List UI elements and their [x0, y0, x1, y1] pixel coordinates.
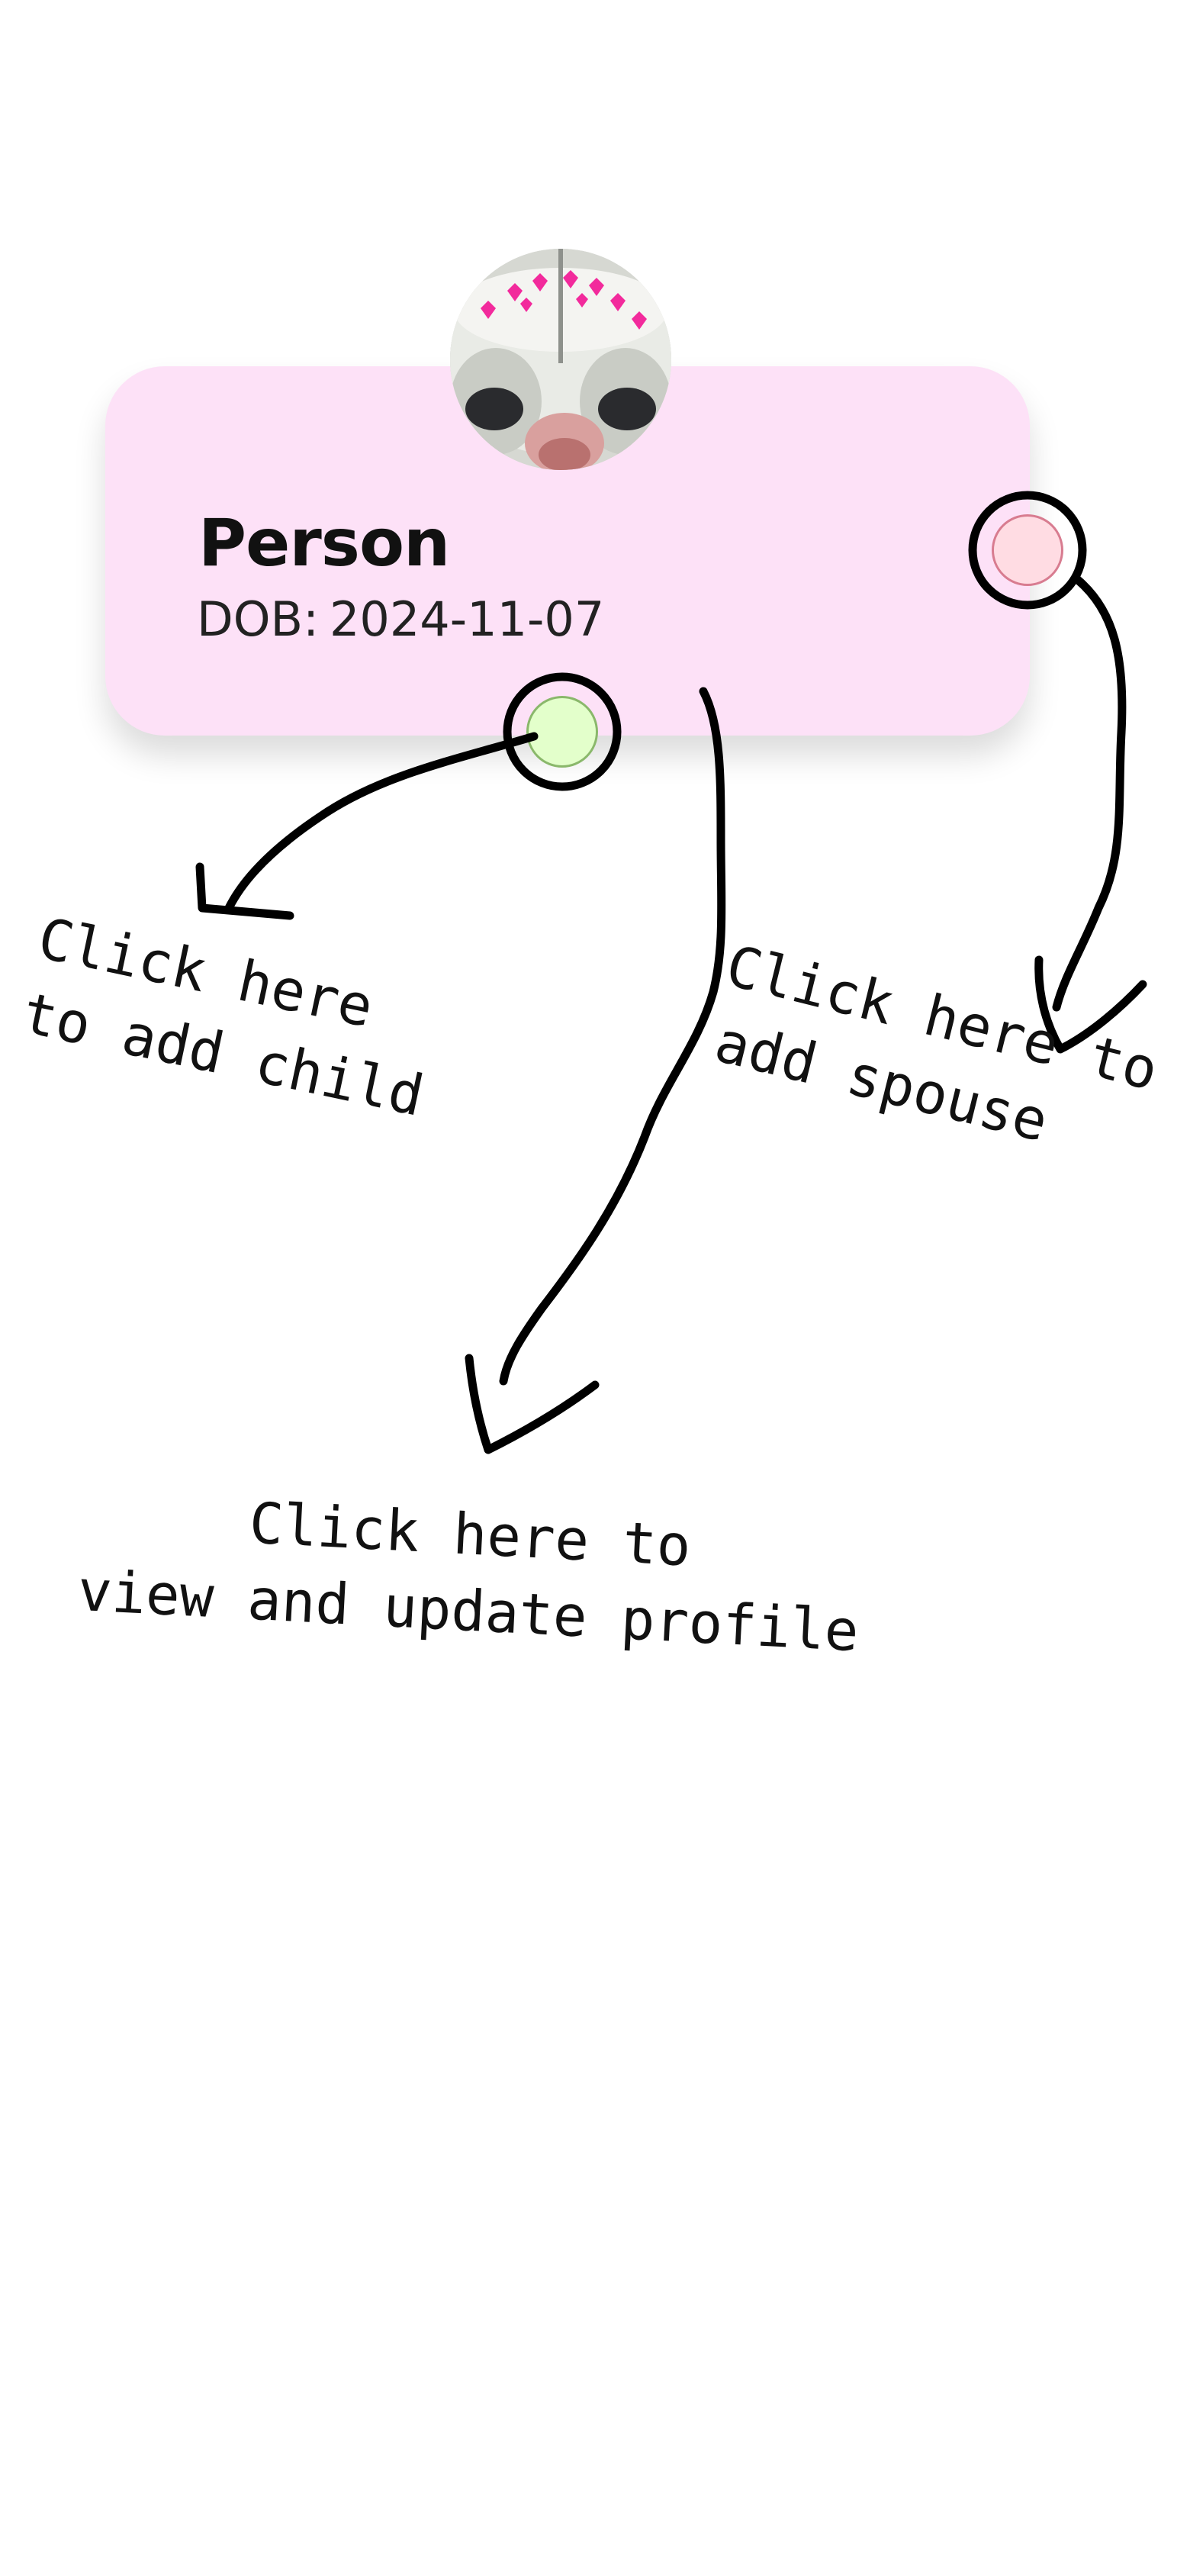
dob-label: DOB:	[197, 591, 319, 647]
add-spouse-annotation: Click here to add spouse	[700, 928, 1166, 1183]
view-profile-annotation: Click here to view and update profile	[76, 1476, 865, 1670]
add-child-annotation: Click here to add child	[15, 900, 446, 1135]
person-dob: DOB: 2024-11-07	[197, 591, 604, 647]
dob-value: 2024-11-07	[329, 591, 605, 647]
cat-photo-avatar-icon	[450, 249, 671, 470]
profile-arrow-head	[465, 1354, 600, 1454]
add-child-handle[interactable]	[526, 696, 598, 768]
family-tree-canvas: Person DOB: 2024-11-07 Click here to add…	[0, 0, 1190, 2576]
child-arrow-line	[224, 732, 539, 913]
child-arrow-head	[195, 862, 294, 920]
add-spouse-handle[interactable]	[992, 514, 1063, 586]
avatar[interactable]	[450, 249, 671, 470]
person-name: Person	[198, 505, 450, 581]
spouse-arrow-line	[1052, 575, 1127, 1012]
profile-arrow-line	[499, 687, 726, 1386]
